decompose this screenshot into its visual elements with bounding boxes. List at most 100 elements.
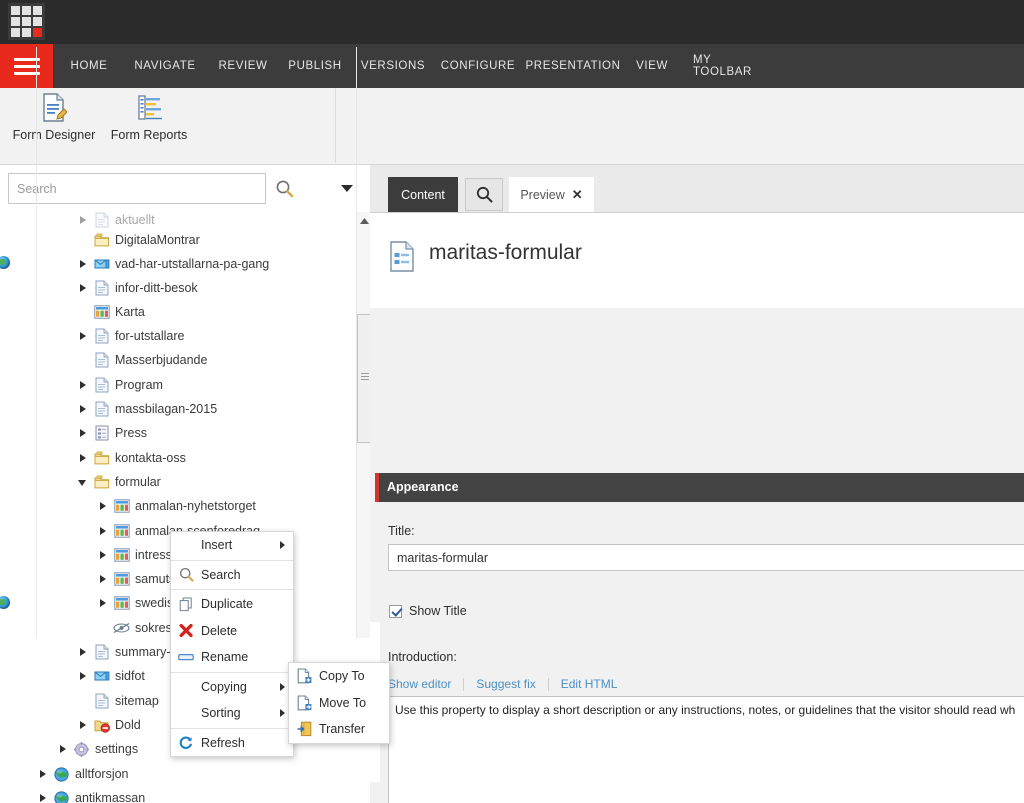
tree-item[interactable]: sitemap [78, 689, 159, 713]
edit-html-link-introduction[interactable]: Edit HTML [561, 677, 618, 691]
context-menu-item-sorting[interactable]: Sorting [171, 700, 293, 727]
tree-item[interactable]: alltforsjon [38, 762, 129, 786]
context-menu-item-duplicate[interactable]: Duplicate [171, 591, 293, 618]
tree-item[interactable]: massbilagan-2015 [78, 397, 217, 421]
form-reports-button[interactable]: Form Reports [97, 90, 201, 142]
tree-item[interactable]: sidfot [78, 664, 145, 688]
ribbon-tab-review[interactable]: REVIEW [212, 44, 274, 88]
tree-item-label: Press [115, 426, 147, 440]
chevron-right-icon[interactable] [78, 671, 89, 682]
tree-item-label: massbilagan-2015 [115, 402, 218, 416]
ribbon-tab-navigate[interactable]: NAVIGATE [126, 44, 204, 88]
form-reports-label: Form Reports [110, 128, 188, 142]
tab-search-icon[interactable] [465, 178, 503, 211]
chevron-right-icon[interactable] [78, 283, 89, 294]
context-menu-item-copying[interactable]: Copying [171, 674, 293, 701]
context-menu-item-search[interactable]: Search [171, 562, 293, 589]
tree-item[interactable]: anmalan-nyhetstorget [98, 494, 256, 518]
ribbon-tab-home[interactable]: HOME [60, 44, 118, 88]
suggest-fix-link-introduction[interactable]: Suggest fix [476, 677, 535, 691]
tree-item[interactable]: Karta [78, 300, 145, 324]
ribbon-tab-publish[interactable]: PUBLISH [282, 44, 348, 88]
tree-item-label: DigitalaMontrar [115, 233, 200, 247]
menu-bar [13, 57, 40, 61]
tree-item[interactable]: swedish [98, 591, 180, 615]
sitecore-logo[interactable] [8, 3, 45, 40]
chevron-right-icon[interactable] [78, 647, 89, 658]
tree-item[interactable]: kontakta-oss [78, 446, 186, 470]
introduction-textarea[interactable] [388, 696, 1024, 803]
ribbon-tab-my-toolbar[interactable]: MY TOOLBAR [684, 44, 774, 88]
tree-item[interactable]: vad-har-utstallarna-pa-gang [78, 252, 269, 276]
duplicate-icon [175, 595, 197, 613]
tree-item[interactable]: Dold [78, 713, 141, 737]
chevron-right-icon[interactable] [58, 744, 69, 755]
context-submenu-item-move-to[interactable]: Move To [289, 690, 389, 717]
chevron-down-icon[interactable] [341, 185, 353, 192]
context-menu-item-label: Duplicate [201, 597, 254, 612]
tree-item[interactable]: samuts [98, 567, 175, 591]
tree-item[interactable]: summary- [78, 640, 171, 664]
search-input[interactable] [8, 173, 266, 204]
section-header-appearance[interactable]: Appearance [375, 473, 1024, 502]
tree-item[interactable]: antikmassan [38, 786, 145, 803]
ribbon-tab-view[interactable]: VIEW [628, 44, 676, 88]
context-submenu-item-transfer[interactable]: Transfer [289, 716, 389, 743]
chevron-right-icon[interactable] [78, 259, 89, 270]
chevron-right-icon[interactable] [78, 380, 89, 391]
chevron-right-icon[interactable] [98, 526, 109, 537]
tree-scroll-up-icon[interactable] [357, 214, 371, 228]
section-title: Appearance [387, 480, 459, 494]
context-menu-item-insert[interactable]: Insert [171, 532, 293, 559]
chevron-right-icon[interactable] [78, 404, 89, 415]
ribbon-tab-presentation[interactable]: PRESENTATION [526, 44, 620, 88]
context-menu-item-rename[interactable]: Rename [171, 644, 293, 671]
tree-item[interactable]: intresse [98, 543, 179, 567]
chevron-down-icon[interactable] [78, 477, 89, 488]
tree-item[interactable]: formular [78, 470, 161, 494]
search-icon[interactable] [275, 179, 294, 203]
folder-icon [93, 232, 110, 249]
layout-icon [113, 547, 130, 564]
context-submenu-copying[interactable]: Copy To Move To Transfer [288, 662, 390, 744]
tree-item[interactable]: infor-ditt-besok [78, 276, 198, 300]
close-icon[interactable]: ✕ [572, 187, 583, 203]
context-menu-item-refresh[interactable]: Refresh [171, 730, 293, 757]
context-menu[interactable]: Insert Search Duplicate Delete Rename Copying… [170, 531, 294, 757]
show-editor-link-introduction[interactable]: Show editor [388, 677, 451, 691]
chevron-right-icon[interactable] [98, 598, 109, 609]
mail-icon [93, 256, 110, 273]
page-title: maritas-formular [429, 241, 582, 264]
chevron-right-icon[interactable] [38, 769, 49, 780]
refresh-icon [175, 734, 197, 752]
show-title-checkbox[interactable]: Show Title [389, 604, 467, 618]
chevron-right-icon[interactable] [78, 331, 89, 342]
ribbon-tab-versions[interactable]: VERSIONS [356, 44, 430, 88]
tree-item[interactable]: Program [78, 373, 163, 397]
ribbon-tab-configure[interactable]: CONFIGURE [438, 44, 518, 88]
tree-item[interactable]: for-utstallare [78, 324, 184, 348]
tree-item[interactable]: DigitalaMontrar [78, 228, 200, 252]
tree-item[interactable]: settings [58, 737, 138, 761]
context-submenu-item-copy-to[interactable]: Copy To [289, 663, 389, 690]
context-menu-item-delete[interactable]: Delete [171, 618, 293, 645]
form-designer-button[interactable]: Form Designer [2, 90, 106, 142]
chevron-right-icon[interactable] [78, 215, 89, 226]
tree-item[interactable]: Press [78, 421, 147, 445]
chevron-right-icon[interactable] [98, 501, 109, 512]
chevron-right-icon[interactable] [78, 720, 89, 731]
tree-item-label: anmalan-nyhetstorget [135, 499, 256, 513]
menu-icon[interactable] [0, 44, 53, 88]
chevron-right-icon[interactable] [98, 574, 109, 585]
tree-item[interactable]: Masserbjudande [78, 348, 207, 372]
tab-preview[interactable]: Preview ✕ [509, 177, 594, 213]
title-input[interactable] [388, 544, 1024, 571]
chevron-right-icon[interactable] [98, 550, 109, 561]
chevron-right-icon[interactable] [38, 793, 49, 803]
chevron-right-icon[interactable] [78, 453, 89, 464]
tab-content[interactable]: Content [388, 177, 458, 213]
search-row [0, 165, 370, 213]
chevron-right-icon[interactable] [78, 428, 89, 439]
